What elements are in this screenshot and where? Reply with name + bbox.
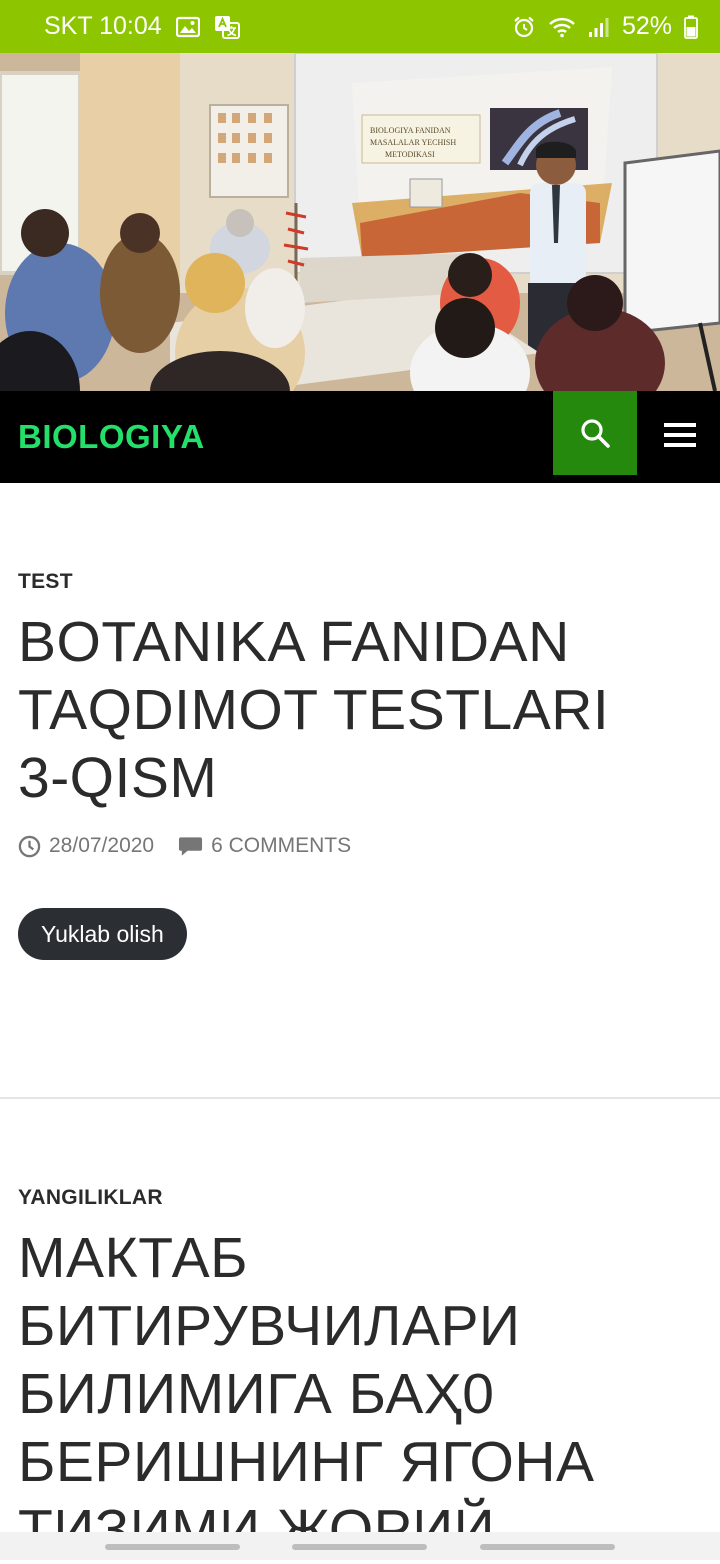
search-button[interactable]	[553, 391, 637, 475]
wifi-icon	[548, 16, 576, 38]
system-nav-bar	[0, 1532, 720, 1560]
category-link[interactable]: YANGILIKLAR	[18, 1186, 702, 1210]
carrier-time: SKT 10:04	[44, 12, 162, 40]
hero-image: BIOLOGIYA FANIDAN MASALALAR YECHISH METO…	[0, 53, 720, 391]
download-button[interactable]: Yuklab olish	[18, 908, 187, 960]
menu-button[interactable]	[650, 405, 710, 465]
site-title[interactable]: BIOLOGIYA	[18, 391, 205, 483]
clock-icon	[18, 835, 41, 858]
article-post: YANGILIKLAR МАКТАБ БИТИРУВЧИЛАРИ БИЛИМИГ…	[18, 1186, 702, 1564]
category-link[interactable]: TEST	[18, 570, 702, 594]
recent-apps-button[interactable]	[105, 1544, 240, 1550]
hamburger-menu-icon	[664, 422, 696, 448]
article-divider	[0, 1097, 720, 1099]
home-button[interactable]	[292, 1544, 427, 1550]
alarm-icon	[512, 15, 536, 39]
entry-meta: 28/07/2020 6 COMMENTS	[18, 834, 702, 858]
status-bar: SKT 10:04 52%	[0, 0, 720, 53]
slide-title: MASALALAR YECHISH	[370, 138, 456, 147]
post-date-text: 28/07/2020	[49, 834, 155, 857]
comment-icon	[178, 835, 203, 857]
translate-icon	[214, 15, 240, 39]
hero-illustration: BIOLOGIYA FANIDAN MASALALAR YECHISH METO…	[0, 53, 720, 391]
status-right: 52%	[512, 12, 698, 41]
article-title[interactable]: МАКТАБ БИТИРУВЧИЛАРИ БИЛИМИГА БАҲ0 БЕРИШ…	[18, 1224, 638, 1564]
search-icon	[579, 417, 611, 449]
site-header: BIOLOGIYA	[0, 391, 720, 483]
back-button[interactable]	[480, 1544, 615, 1550]
image-icon	[175, 16, 200, 38]
slide-title: BIOLOGIYA FANIDAN	[370, 126, 451, 135]
comments-count: 6 COMMENTS	[211, 834, 352, 857]
article-title[interactable]: BOTANIKA FANIDAN TAQDIMOT TESTLARI 3-QIS…	[18, 608, 668, 812]
battery-percent: 52%	[621, 12, 672, 40]
battery-icon	[684, 15, 698, 39]
status-left: SKT 10:04	[44, 12, 240, 41]
post-date[interactable]: 28/07/2020	[18, 834, 154, 858]
comments-link[interactable]: 6 COMMENTS	[178, 834, 351, 858]
slide-title: METODIKASI	[385, 150, 435, 159]
signal-icon	[588, 16, 610, 38]
article-post: TEST BOTANIKA FANIDAN TAQDIMOT TESTLARI …	[18, 570, 702, 960]
